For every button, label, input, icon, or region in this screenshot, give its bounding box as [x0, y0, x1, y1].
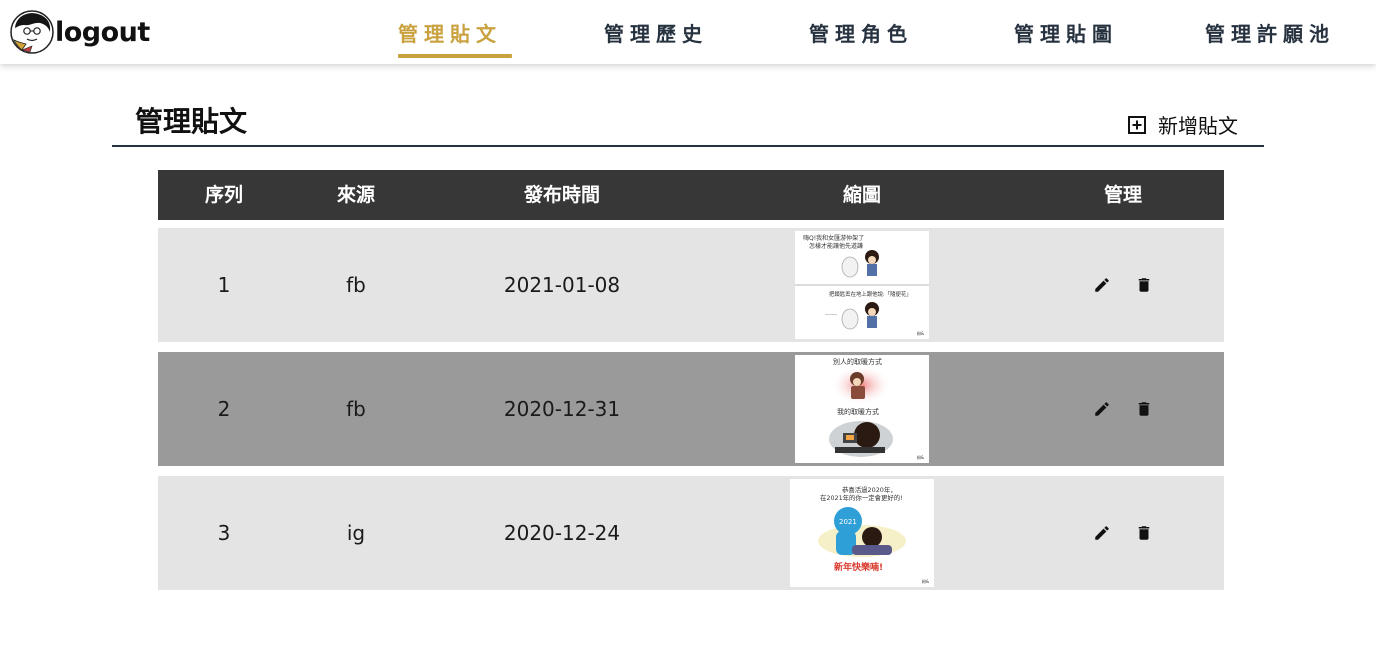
delete-button[interactable]	[1134, 275, 1154, 295]
header-source: 來源	[336, 184, 375, 206]
row-date: 2020-12-31	[503, 397, 621, 421]
delete-button[interactable]	[1134, 523, 1154, 543]
row-index: 2	[217, 397, 231, 421]
brand-logo[interactable]: logout	[10, 9, 150, 55]
table-row: 1 fb 2021-01-08 嗨Q!我和女匯游仲架了 怎樣才能讓他先道謙 把鎖…	[158, 228, 1224, 342]
active-nav-indicator	[398, 54, 512, 58]
logo-text: logout	[55, 16, 150, 48]
header-thumbnail: 縮圖	[842, 184, 881, 206]
nav-manage-stickers[interactable]: 管理貼圖	[1014, 18, 1118, 47]
row-actions	[1022, 352, 1224, 466]
trash-icon	[1138, 402, 1150, 416]
thumb-signature: 粉&	[917, 454, 924, 460]
comic-thumbnail-image: 嗨Q!我和女匯游仲架了 怎樣才能讓他先道謙 把鎖匙丟在地上跟他說:「隨便花」 ……	[795, 231, 929, 336]
add-box-icon	[1128, 115, 1146, 134]
row-thumbnail-cell: 別人的取暖方式 我的取暖方式 粉&	[702, 352, 1022, 466]
row-index: 3	[217, 521, 231, 545]
post-thumbnail[interactable]: 別人的取暖方式 我的取暖方式 粉&	[795, 355, 929, 463]
edit-button[interactable]	[1092, 275, 1112, 295]
post-thumbnail[interactable]: 嗨Q!我和女匯游仲架了 怎樣才能讓他先道謙 把鎖匙丟在地上跟他說:「隨便花」 ……	[795, 231, 929, 339]
thumb-caption: ……	[825, 310, 837, 317]
comic-thumbnail-image: 別人的取暖方式 我的取暖方式 粉&	[829, 357, 924, 460]
row-thumbnail-cell: 嗨Q!我和女匯游仲架了 怎樣才能讓他先道謙 把鎖匙丟在地上跟他說:「隨便花」 ……	[702, 228, 1022, 342]
header-publish-time: 發布時間	[523, 184, 600, 206]
row-actions	[1022, 476, 1224, 590]
top-navbar: logout 管理貼文 管理歷史 管理角色 管理貼圖 管理許願池	[0, 0, 1376, 64]
nav-manage-posts[interactable]: 管理貼文	[398, 18, 502, 47]
add-post-button[interactable]: 新增貼文	[1128, 110, 1238, 139]
delete-button[interactable]	[1134, 399, 1154, 419]
trash-icon	[1138, 526, 1150, 540]
thumb-caption: 2021	[839, 518, 857, 526]
comic-thumbnail-image: 恭喜活過2020年， 在2021年的你一定會更好的! 2021 新年快樂喃! 粉…	[818, 485, 929, 584]
trash-icon	[1138, 278, 1150, 292]
pencil-icon	[1095, 526, 1109, 540]
nav-manage-history[interactable]: 管理歷史	[604, 18, 708, 47]
nav-manage-characters[interactable]: 管理角色	[809, 18, 913, 47]
table-header: 序列 來源 發布時間 縮圖 管理	[158, 170, 1224, 220]
page-title: 管理貼文	[135, 105, 248, 138]
post-thumbnail[interactable]: 恭喜活過2020年， 在2021年的你一定會更好的! 2021 新年快樂喃! 粉…	[790, 479, 934, 587]
thumb-greeting: 新年快樂喃!	[834, 561, 883, 573]
thumb-caption: 嗨Q!我和女匯游仲架了	[803, 234, 864, 242]
table-row: 3 ig 2020-12-24 恭喜活過2020年， 在2021年的你一定會更好…	[158, 476, 1224, 590]
edit-button[interactable]	[1092, 523, 1112, 543]
edit-button[interactable]	[1092, 399, 1112, 419]
row-index: 1	[217, 273, 231, 297]
thumb-caption: 怎樣才能讓他先道謙	[809, 242, 863, 250]
pencil-icon	[1095, 278, 1109, 292]
title-divider	[112, 145, 1264, 147]
header-index: 序列	[204, 184, 243, 206]
row-source: fb	[346, 397, 366, 421]
thumb-signature: 粉&	[917, 330, 924, 336]
avatar-icon	[10, 10, 54, 54]
thumb-caption: 在2021年的你一定會更好的!	[820, 493, 903, 502]
nav-manage-wishing-pool[interactable]: 管理許願池	[1205, 18, 1335, 47]
thumb-signature: 粉&	[922, 578, 929, 584]
pencil-icon	[1095, 402, 1109, 416]
thumb-caption: 把鎖匙丟在地上跟他說:「隨便花」	[829, 290, 912, 298]
header-manage: 管理	[1103, 184, 1142, 206]
row-date: 2021-01-08	[503, 273, 621, 297]
table-row: 2 fb 2020-12-31 別人的取暖方式 我的取暖方式 粉&	[158, 352, 1224, 466]
thumb-caption: 我的取暖方式	[837, 407, 879, 416]
row-source: ig	[346, 521, 366, 545]
thumb-caption: 別人的取暖方式	[833, 357, 882, 366]
add-post-label: 新增貼文	[1158, 114, 1238, 138]
row-actions	[1022, 228, 1224, 342]
row-thumbnail-cell: 恭喜活過2020年， 在2021年的你一定會更好的! 2021 新年快樂喃! 粉…	[702, 476, 1022, 590]
row-date: 2020-12-24	[503, 521, 621, 545]
thumb-caption: 恭喜活過2020年，	[842, 485, 897, 494]
row-source: fb	[346, 273, 366, 297]
